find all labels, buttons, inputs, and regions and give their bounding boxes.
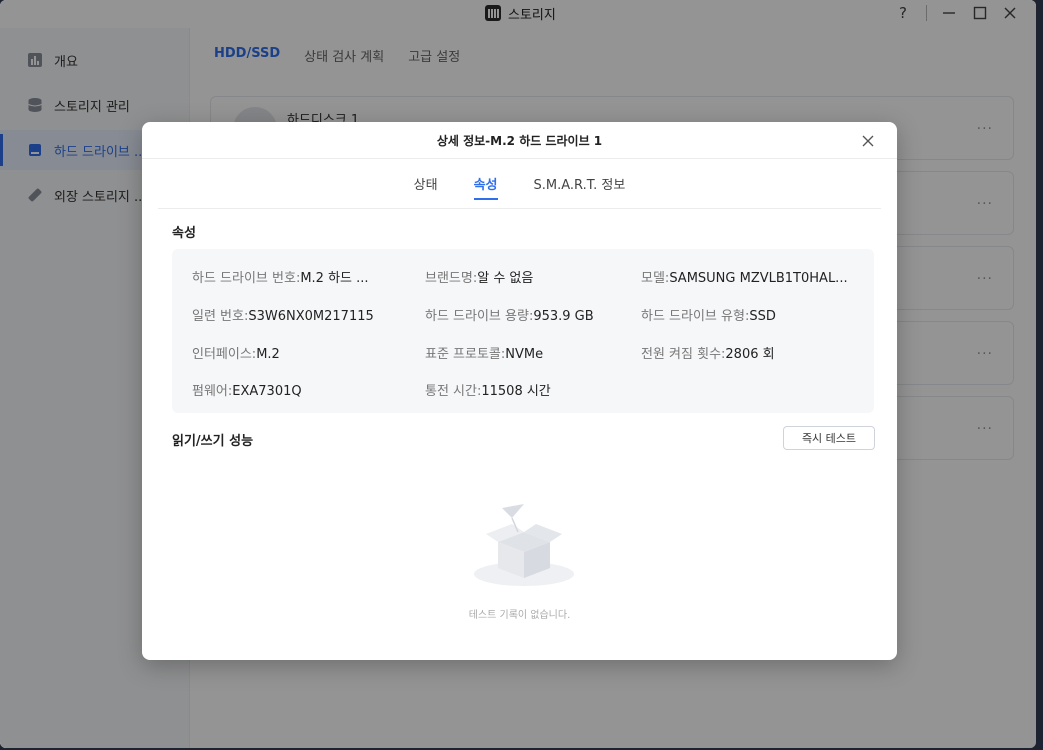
tab-properties[interactable]: 속성 — [473, 174, 498, 200]
dialog-title: 상세 정보-M.2 하드 드라이브 1 — [436, 134, 603, 148]
properties-panel: 하드 드라이브 번호:M.2 하드 ... 브랜드명:알 수 없음 모델:SAM… — [172, 249, 874, 413]
prop-interface: 인터페이스:M.2 — [192, 343, 280, 362]
close-icon — [862, 135, 874, 147]
prop-key: 일련 번호: — [192, 309, 249, 324]
prop-value: 953.9 GB — [533, 309, 594, 324]
prop-key: 통전 시간: — [425, 384, 482, 399]
prop-key: 전원 켜짐 횟수: — [641, 347, 726, 362]
prop-power-on-count: 전원 켜짐 횟수:2806 회 — [641, 343, 775, 362]
prop-value: NVMe — [505, 347, 544, 362]
prop-power-on-hours: 통전 시간:11508 시간 — [425, 380, 551, 399]
prop-value: S3W6NX0M217115 — [248, 309, 374, 324]
dialog-close-button[interactable] — [857, 130, 879, 152]
prop-key: 하드 드라이브 유형: — [641, 309, 750, 324]
empty-message: 테스트 기록이 없습니다. — [468, 610, 571, 621]
prop-key: 하드 드라이브 용량: — [425, 309, 534, 324]
prop-key: 인터페이스: — [192, 347, 257, 362]
prop-key: 표준 프로토콜: — [425, 347, 506, 362]
prop-value: 11508 시간 — [481, 384, 551, 399]
prop-key: 브랜드명: — [425, 271, 478, 286]
prop-brand: 브랜드명:알 수 없음 — [425, 267, 533, 286]
empty-box-icon — [474, 504, 574, 586]
prop-model: 모델:SAMSUNG MZVLB1T0HAL... — [641, 267, 848, 286]
tab-status[interactable]: 상태 — [414, 174, 438, 199]
prop-capacity: 하드 드라이브 용량:953.9 GB — [425, 305, 594, 324]
prop-key: 모델: — [641, 271, 670, 286]
storage-window: 스토리지 ? 개요 스토리지 관리 하드 드라이브 ... 외장 스토리지 ..… — [0, 0, 1036, 748]
prop-value: SAMSUNG MZVLB1T0HAL... — [669, 271, 848, 286]
prop-firmware: 펌웨어:EXA7301Q — [192, 380, 302, 399]
dialog-divider — [142, 158, 897, 159]
detail-dialog: 상세 정보-M.2 하드 드라이브 1 상태 속성 S.M.A.R.T. 정보 … — [142, 122, 897, 660]
prop-value: EXA7301Q — [232, 384, 302, 399]
perf-heading: 읽기/쓰기 성능 — [172, 434, 254, 449]
dialog-tabs: 상태 속성 S.M.A.R.T. 정보 — [142, 174, 897, 200]
prop-value: 2806 회 — [725, 347, 775, 362]
prop-protocol: 표준 프로토콜:NVMe — [425, 343, 543, 362]
test-now-button[interactable]: 즉시 테스트 — [783, 426, 875, 450]
prop-key: 펌웨어: — [192, 384, 233, 399]
tabs-divider — [158, 208, 881, 209]
prop-value: 알 수 없음 — [477, 271, 534, 286]
prop-drive-number: 하드 드라이브 번호:M.2 하드 ... — [192, 267, 369, 286]
prop-drive-type: 하드 드라이브 유형:SSD — [641, 305, 776, 324]
prop-key: 하드 드라이브 번호: — [192, 271, 301, 286]
properties-heading: 속성 — [172, 226, 196, 241]
prop-value: SSD — [749, 309, 776, 324]
prop-value: M.2 하드 ... — [300, 271, 369, 286]
prop-value: M.2 — [256, 347, 280, 362]
tab-smart-info[interactable]: S.M.A.R.T. 정보 — [534, 174, 626, 199]
prop-serial: 일련 번호:S3W6NX0M217115 — [192, 305, 374, 324]
